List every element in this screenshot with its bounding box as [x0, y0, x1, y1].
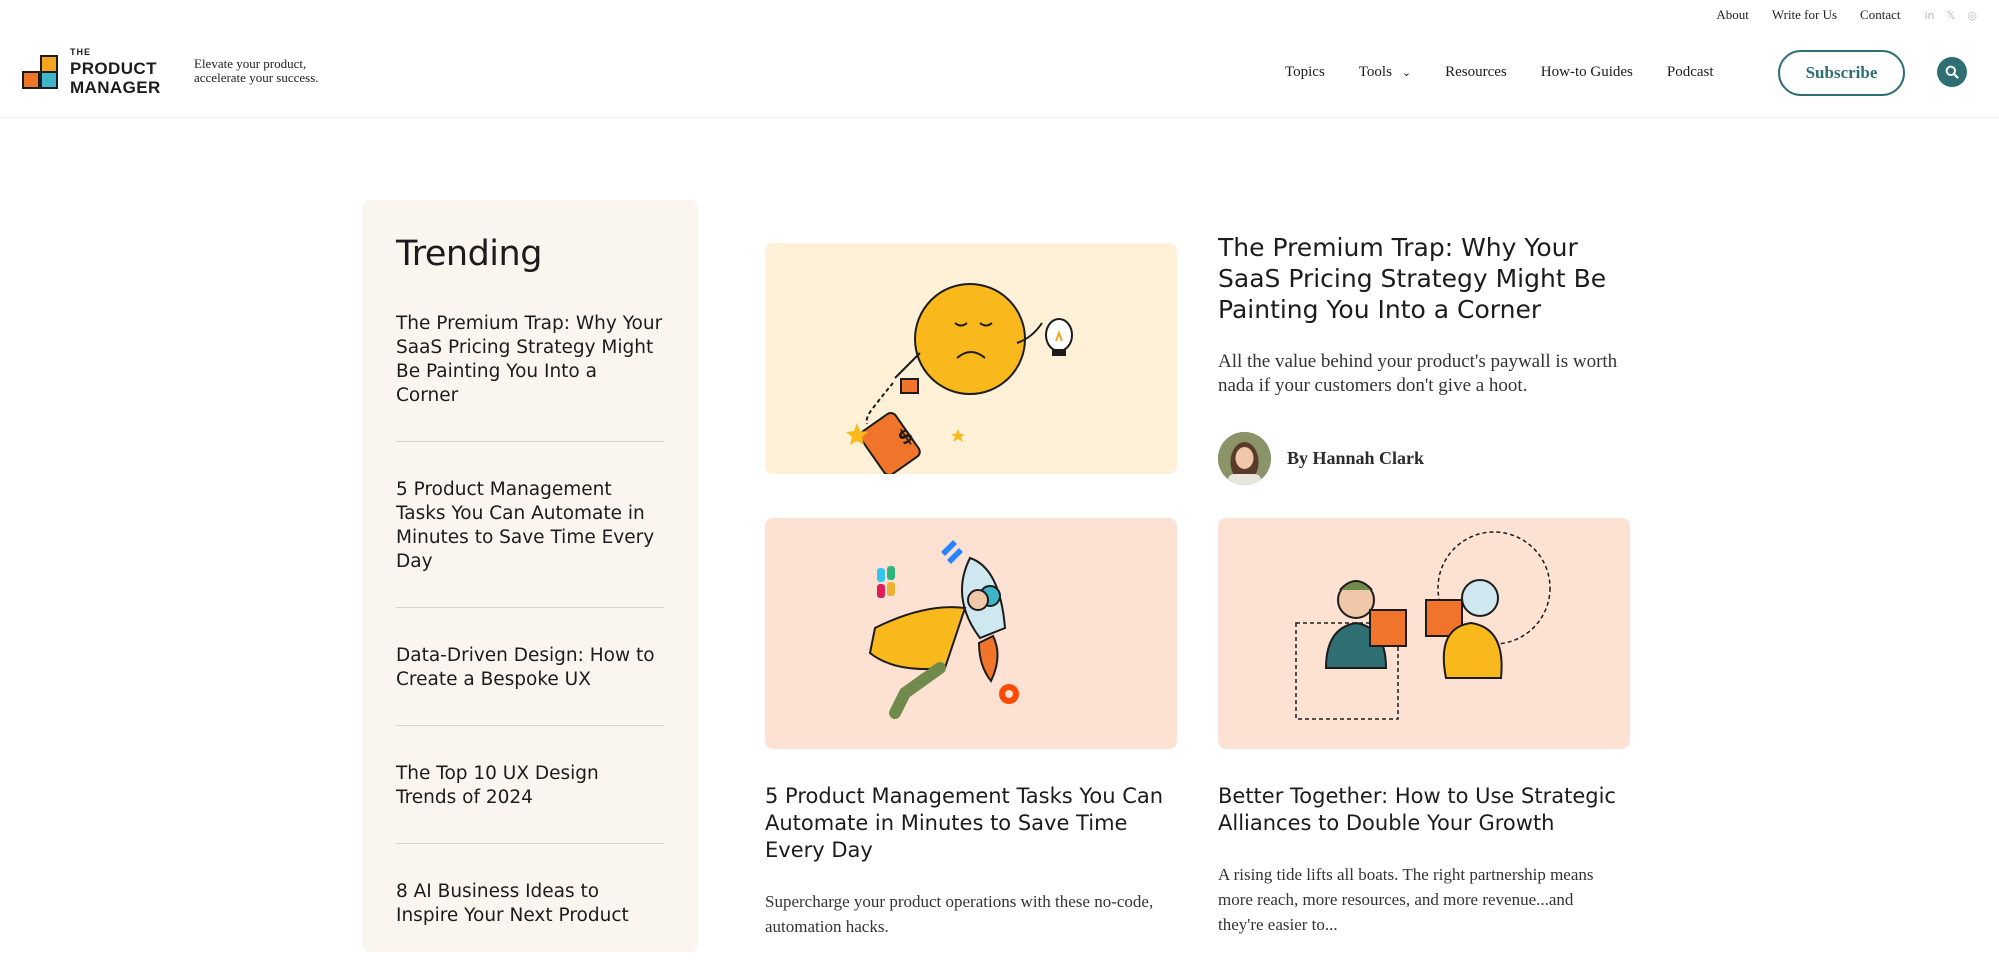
instagram-icon[interactable]: ◎: [1967, 9, 1977, 22]
subscribe-button[interactable]: Subscribe: [1778, 50, 1905, 96]
trending-item[interactable]: The Top 10 UX Design Trends of 2024: [396, 762, 664, 844]
author-avatar: [1218, 432, 1271, 485]
logo-wordmark: THE PRODUCT MANAGER: [70, 47, 161, 98]
search-button[interactable]: [1937, 57, 1967, 87]
sad-coin-illustration: $: [846, 283, 1073, 474]
alliances-article-image[interactable]: [1218, 518, 1630, 749]
trending-item[interactable]: 5 Product Management Tasks You Can Autom…: [396, 478, 664, 608]
featured-article-author[interactable]: By Hannah Clark: [1218, 432, 1424, 485]
author-name: By Hannah Clark: [1287, 448, 1425, 468]
trending-sidebar: Trending The Premium Trap: Why Your SaaS…: [362, 200, 698, 952]
nav-topics[interactable]: Topics: [1285, 64, 1325, 81]
x-twitter-icon[interactable]: 𝕏: [1947, 9, 1956, 22]
site-tagline: Elevate your product, accelerate your su…: [194, 56, 319, 85]
alliances-article-description: A rising tide lifts all boats. The right…: [1218, 865, 1594, 934]
search-icon: [1945, 65, 1959, 79]
rocket-hero-illustration: [868, 540, 1019, 719]
automation-article-description: Supercharge your product operations with…: [765, 892, 1154, 936]
write-for-us-link[interactable]: Write for Us: [1772, 7, 1837, 23]
nav-resources[interactable]: Resources: [1445, 64, 1507, 81]
linkedin-icon[interactable]: in: [1924, 9, 1934, 22]
site-logo[interactable]: THE PRODUCT MANAGER: [22, 48, 161, 97]
automation-article-image[interactable]: [765, 518, 1177, 749]
nav-podcast[interactable]: Podcast: [1667, 64, 1714, 81]
featured-article-image[interactable]: $: [765, 243, 1177, 474]
contact-link[interactable]: Contact: [1860, 7, 1900, 23]
featured-article-description: All the value behind your product's payw…: [1218, 351, 1618, 396]
featured-article-title[interactable]: The Premium Trap: Why Your SaaS Pricing …: [1218, 232, 1638, 325]
automation-article-title[interactable]: 5 Product Management Tasks You Can Autom…: [765, 783, 1177, 864]
trending-item[interactable]: The Premium Trap: Why Your SaaS Pricing …: [396, 312, 664, 442]
site-header: THE PRODUCT MANAGER Elevate your product…: [0, 30, 1999, 118]
nav-how-to-guides[interactable]: How-to Guides: [1541, 64, 1633, 81]
main-nav: Topics Tools ⌄ Resources How-to Guides Po…: [1285, 64, 1748, 81]
utility-bar: About Write for Us Contact in 𝕏 ◎: [1693, 0, 1999, 30]
social-links: in 𝕏 ◎: [1924, 9, 1977, 22]
alliances-article-title[interactable]: Better Together: How to Use Strategic Al…: [1218, 783, 1638, 837]
nav-tools[interactable]: Tools ⌄: [1359, 64, 1411, 81]
chevron-down-icon: ⌄: [1401, 66, 1412, 79]
puzzle-partners-illustration: [1295, 531, 1551, 720]
trending-item[interactable]: 8 AI Business Ideas to Inspire Your Next…: [396, 880, 664, 960]
trending-heading: Trending: [396, 234, 542, 274]
logo-mark-icon: [22, 51, 60, 95]
about-link[interactable]: About: [1716, 7, 1749, 23]
trending-item[interactable]: Data-Driven Design: How to Create a Besp…: [396, 644, 664, 726]
